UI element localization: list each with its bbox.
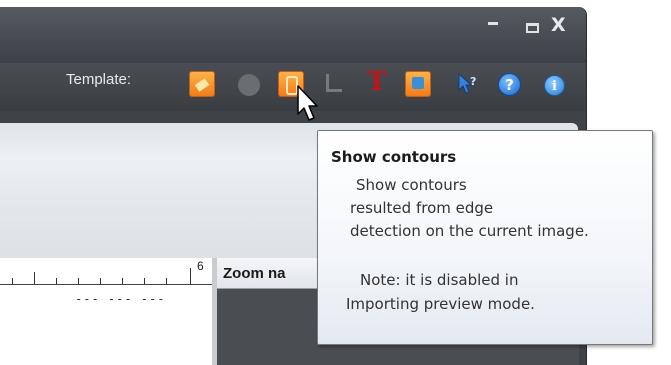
- tooltip: Show contours Show contours resulted fro…: [317, 130, 653, 345]
- ruler-end-value: 6: [197, 259, 204, 273]
- ruler-scale: [0, 258, 212, 285]
- tooltip-line: Note: it is disabled in: [360, 271, 519, 289]
- info-icon[interactable]: i: [544, 75, 565, 96]
- ruler-tick: [100, 278, 101, 284]
- tooltip-line: resulted from edge: [350, 199, 494, 217]
- ruler-tick: [166, 278, 167, 284]
- ruler-tick: [190, 268, 191, 284]
- highlight-tool-icon[interactable]: [405, 71, 431, 97]
- close-button[interactable]: X: [551, 16, 566, 35]
- disabled-tool-icon[interactable]: [238, 74, 260, 96]
- template-label: Template:: [66, 71, 132, 88]
- ruler-tick: [34, 272, 35, 284]
- text-tool-icon[interactable]: T: [367, 69, 386, 95]
- tooltip-line: Importing preview mode.: [346, 295, 535, 313]
- corner-tool-icon[interactable]: [326, 74, 342, 92]
- edit-template-icon[interactable]: [189, 71, 215, 97]
- minimize-button[interactable]: [488, 22, 498, 25]
- ruler: 6 --- --- ---: [0, 258, 212, 365]
- help-icon[interactable]: ?: [498, 73, 521, 96]
- svg-text:?: ?: [470, 75, 476, 88]
- ruler-tick: [144, 278, 145, 284]
- ruler-tick: [122, 278, 123, 284]
- tooltip-line: detection on the current image.: [350, 222, 589, 240]
- ruler-tick: [78, 278, 79, 284]
- maximize-button[interactable]: [526, 23, 539, 33]
- zoom-navigator-title: Zoom na: [223, 265, 286, 282]
- mouse-cursor-icon: [292, 84, 322, 132]
- tooltip-line: Show contours: [356, 176, 467, 194]
- ruler-dashes: --- --- ---: [75, 292, 166, 306]
- ruler-tick: [56, 278, 57, 284]
- tooltip-title: Show contours: [331, 148, 457, 166]
- whats-this-icon[interactable]: ?: [457, 72, 479, 95]
- ruler-tick: [12, 278, 13, 284]
- title-bar: [0, 7, 586, 63]
